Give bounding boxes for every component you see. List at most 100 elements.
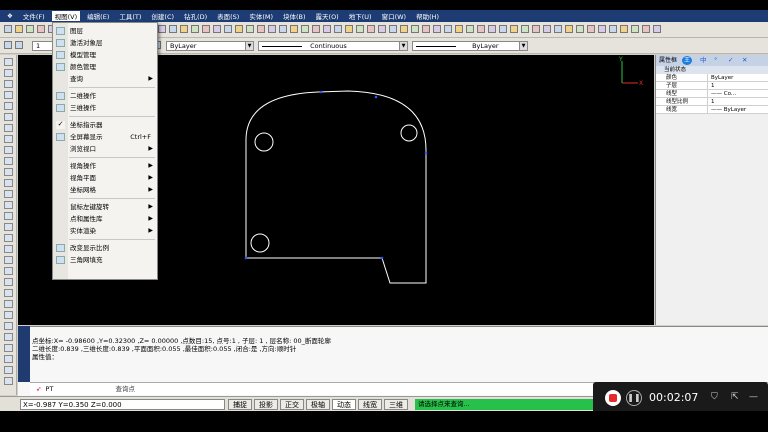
toolbar-tool-icon[interactable] <box>345 25 353 33</box>
draw-tool-icon[interactable] <box>4 102 13 110</box>
toolbar-tool-icon[interactable] <box>565 25 573 33</box>
menu-drill[interactable]: 钻孔(D) <box>181 11 210 21</box>
view-menu-item[interactable]: 三维操作 <box>53 102 157 114</box>
view-menu-item[interactable]: 颜色管理 <box>53 61 157 73</box>
ime-icon[interactable]: 王 <box>682 56 692 65</box>
toolbar-tool-icon[interactable] <box>334 25 342 33</box>
menu-openpit[interactable]: 露天(O) <box>313 11 342 21</box>
draw-tool-icon[interactable] <box>4 190 13 198</box>
toolbar-tool-icon[interactable] <box>620 25 628 33</box>
toolbar-tool-icon[interactable] <box>290 25 298 33</box>
toolbar-tool-icon[interactable] <box>510 25 518 33</box>
draw-tool-icon[interactable] <box>4 201 13 209</box>
view-menu-item[interactable]: 三角网填充 <box>53 254 157 266</box>
ime-check-icon[interactable]: ✓ <box>728 55 733 66</box>
toolbar-tool-icon[interactable] <box>202 25 210 33</box>
draw-tool-icon[interactable] <box>4 355 13 363</box>
stop-record-icon[interactable] <box>605 390 621 406</box>
toolbar-tool-icon[interactable] <box>26 25 34 33</box>
draw-tool-icon[interactable] <box>4 278 13 286</box>
view-menu-item[interactable]: 模型管理 <box>53 49 157 61</box>
toolbar-tool-icon[interactable] <box>15 25 23 33</box>
toolbar-tool-icon[interactable] <box>235 25 243 33</box>
popout-icon[interactable]: ⇱ <box>731 392 739 402</box>
draw-tool-icon[interactable] <box>4 366 13 374</box>
menu-edit[interactable]: 编辑(E) <box>84 11 112 21</box>
view-menu-item[interactable]: 视角操作 ▶ <box>53 160 157 172</box>
menu-underground[interactable]: 地下(U) <box>346 11 375 21</box>
draw-tool-icon[interactable] <box>4 179 13 187</box>
view-menu-item[interactable]: 改变显示比例 <box>53 242 157 254</box>
command-window-handle[interactable] <box>18 326 30 382</box>
draw-tool-icon[interactable] <box>4 322 13 330</box>
polar-toggle[interactable]: 极轴 <box>306 399 330 410</box>
toolbar-tool-icon[interactable] <box>422 25 430 33</box>
toolbar-tool-icon[interactable] <box>477 25 485 33</box>
toolbar-tool-icon[interactable] <box>367 25 375 33</box>
draw-tool-icon[interactable] <box>4 146 13 154</box>
toolbar-tool-icon[interactable] <box>180 25 188 33</box>
toolbar-tool-icon[interactable] <box>246 25 254 33</box>
property-row[interactable]: 线宽 —— ByLayer <box>656 106 768 114</box>
draw-tool-icon[interactable] <box>4 311 13 319</box>
draw-tool-icon[interactable] <box>4 80 13 88</box>
toolbar-tool-icon[interactable] <box>532 25 540 33</box>
view-menu-item[interactable]: 查询 ▶ <box>53 73 157 85</box>
draw-tool-icon[interactable] <box>4 267 13 275</box>
app-menu-icon[interactable]: ❖ <box>4 12 16 20</box>
draw-tool-icon[interactable] <box>4 377 13 385</box>
draw-tool-icon[interactable] <box>4 212 13 220</box>
chevron-down-icon[interactable]: ▼ <box>245 42 253 50</box>
toolbar-tool-icon[interactable] <box>488 25 496 33</box>
toolbar-tool-icon[interactable] <box>389 25 397 33</box>
3d-toggle[interactable]: 三维 <box>384 399 408 410</box>
view-menu-item[interactable]: 鼠标左键旋转 ▶ <box>53 201 157 213</box>
draw-tool-icon[interactable] <box>4 234 13 242</box>
toolbar-tool-icon[interactable] <box>158 25 166 33</box>
view-menu-item[interactable]: 实体渲染 ▶ <box>53 225 157 237</box>
toolbar-tool-icon[interactable] <box>191 25 199 33</box>
menu-file[interactable]: 文件(F) <box>20 11 48 21</box>
draw-tool-icon[interactable] <box>4 124 13 132</box>
pause-icon[interactable]: ❚❚ <box>626 390 642 406</box>
menu-window[interactable]: 窗口(W) <box>379 11 410 21</box>
menu-solid[interactable]: 实体(M) <box>246 11 276 21</box>
draw-tool-icon[interactable] <box>4 157 13 165</box>
toolbar-tool-icon[interactable] <box>268 25 276 33</box>
linetype-select[interactable]: Continuous ▼ <box>258 41 408 51</box>
view-menu-item[interactable]: 二维操作 <box>53 90 157 102</box>
view-menu-item[interactable]: 坐标网格 ▶ <box>53 184 157 196</box>
property-row[interactable]: 线型比例 1 <box>656 98 768 106</box>
menu-create[interactable]: 创建(C) <box>148 11 177 21</box>
draw-tool-icon[interactable] <box>4 113 13 121</box>
property-row[interactable]: 子层 1 <box>656 82 768 90</box>
minimize-icon[interactable]: — <box>749 392 758 402</box>
lineweight-select[interactable]: ByLayer ▼ <box>412 41 528 51</box>
lineweight-toggle[interactable]: 线宽 <box>358 399 382 410</box>
menu-surface[interactable]: 表面(S) <box>214 11 242 21</box>
view-menu-item[interactable]: 视角平面 ▶ <box>53 172 157 184</box>
draw-tool-icon[interactable] <box>4 223 13 231</box>
toolbar-tool-icon[interactable] <box>466 25 474 33</box>
snap-toggle[interactable]: 捕捉 <box>228 399 252 410</box>
toolbar-tool-icon[interactable] <box>400 25 408 33</box>
toolbar-tool-icon[interactable] <box>378 25 386 33</box>
toolbar-tool-icon[interactable] <box>257 25 265 33</box>
draw-tool-icon[interactable] <box>4 168 13 176</box>
toolbar-tool-icon[interactable] <box>444 25 452 33</box>
toolbar-tool-icon[interactable] <box>312 25 320 33</box>
toolbar-tool-icon[interactable] <box>4 25 12 33</box>
toolbar-tool-icon[interactable] <box>224 25 232 33</box>
toolbar-tool-icon[interactable] <box>576 25 584 33</box>
menu-view[interactable]: 视图(V) <box>51 11 81 21</box>
toolbar-tool-icon[interactable] <box>37 25 45 33</box>
view-menu-item[interactable]: 点和属性库 ▶ <box>53 213 157 225</box>
draw-tool-icon[interactable] <box>4 344 13 352</box>
layer-manager-icon[interactable] <box>4 41 12 49</box>
toolbar-tool-icon[interactable] <box>587 25 595 33</box>
chevron-down-icon[interactable]: ▼ <box>519 42 527 50</box>
toolbar-tool-icon[interactable] <box>279 25 287 33</box>
draw-tool-icon[interactable] <box>4 289 13 297</box>
view-menu-item[interactable]: 全屏幕显示 Ctrl+F <box>53 131 157 143</box>
draw-tool-icon[interactable] <box>4 333 13 341</box>
